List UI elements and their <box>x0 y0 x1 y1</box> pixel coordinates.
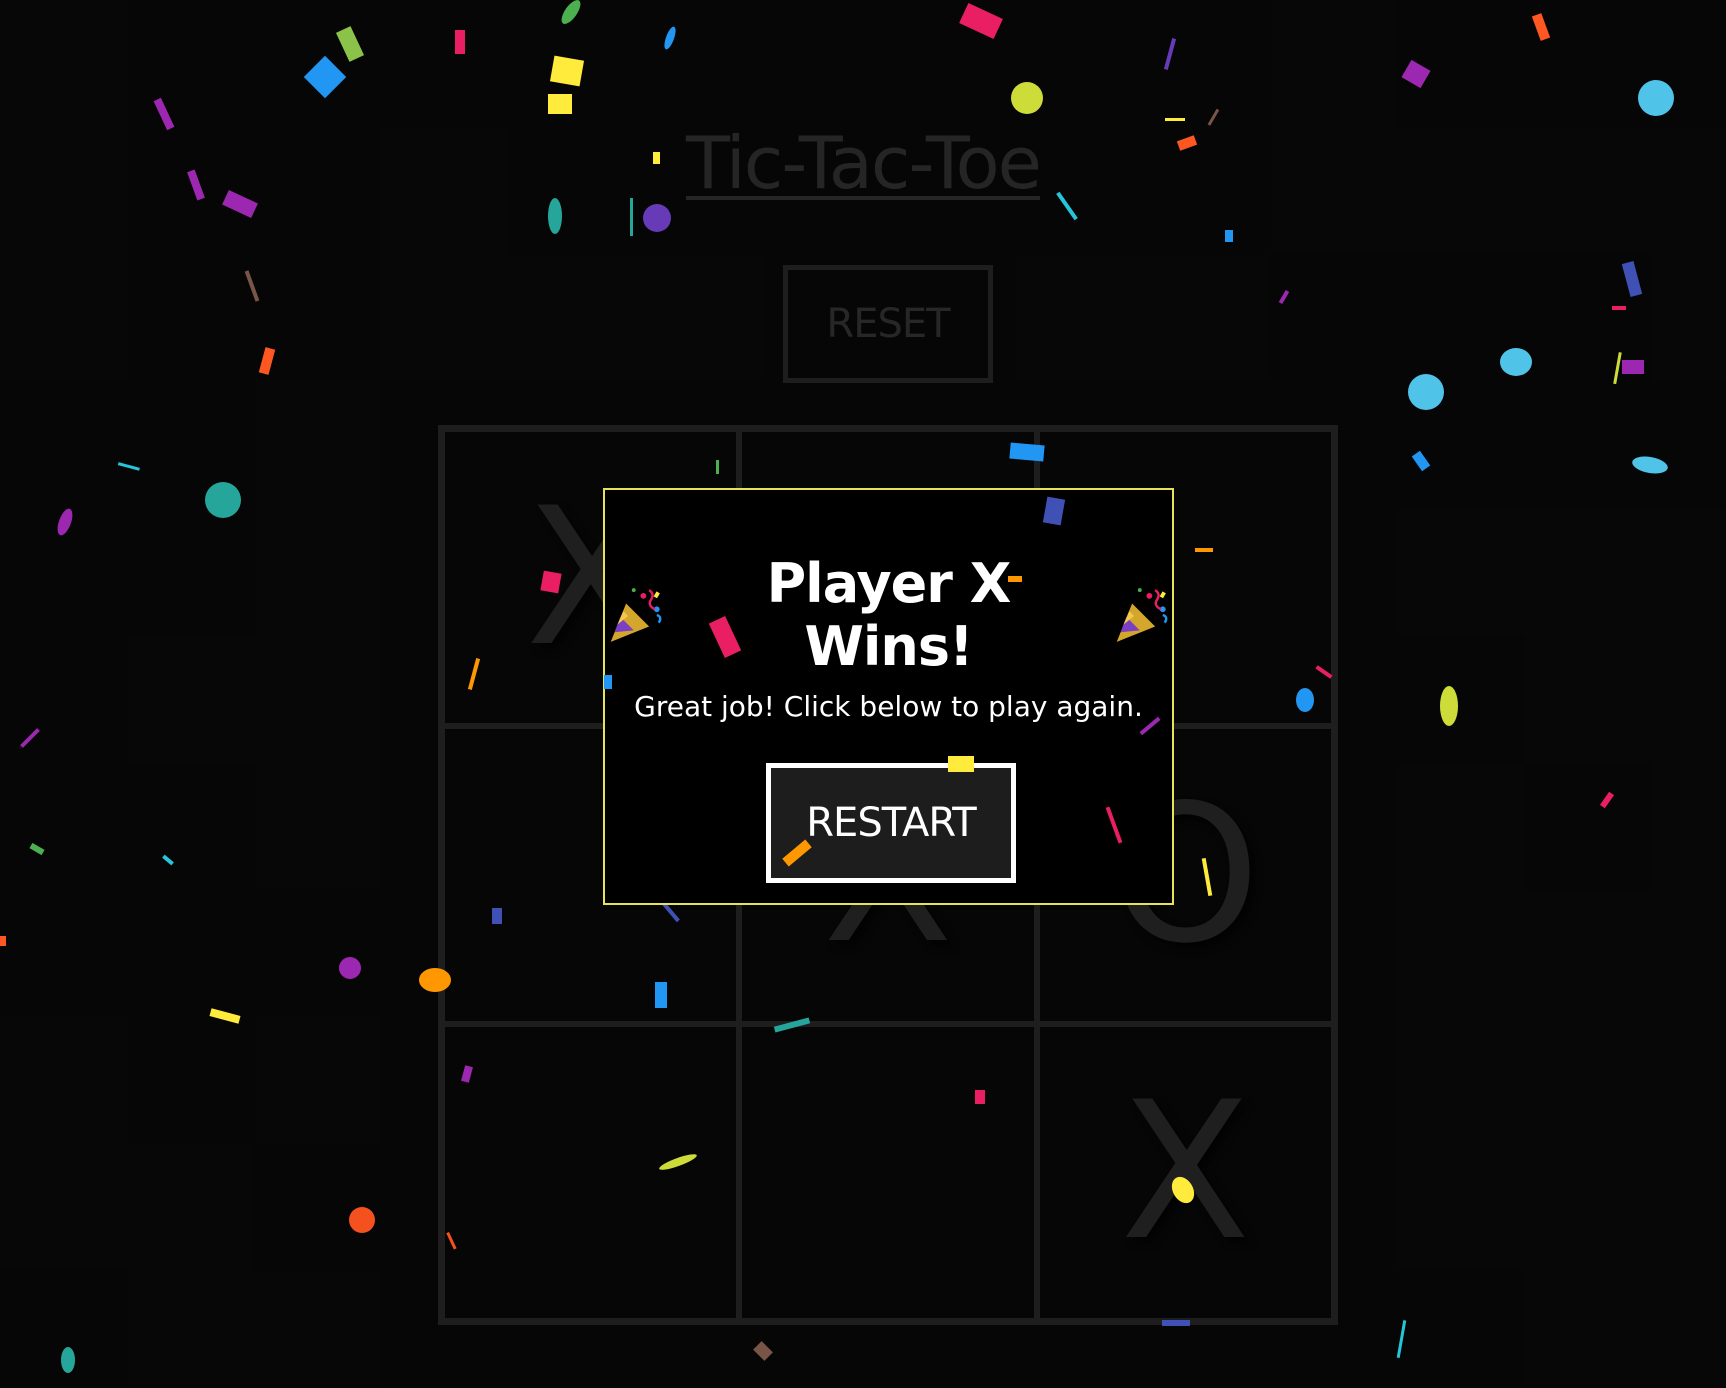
modal-title: Player X Wins! <box>766 552 1012 678</box>
party-popper-icon <box>1116 588 1168 642</box>
restart-button[interactable]: RESTART <box>766 763 1016 883</box>
modal-message: Great job! Click below to play again. <box>634 690 1143 723</box>
modal-title-row: Player X Wins! <box>605 552 1172 678</box>
game-page: Tic-Tac-Toe RESET X X O X <box>0 0 1726 1388</box>
win-modal: Player X Wins! Great job! Click below to… <box>603 488 1174 905</box>
party-popper-icon <box>610 588 662 642</box>
